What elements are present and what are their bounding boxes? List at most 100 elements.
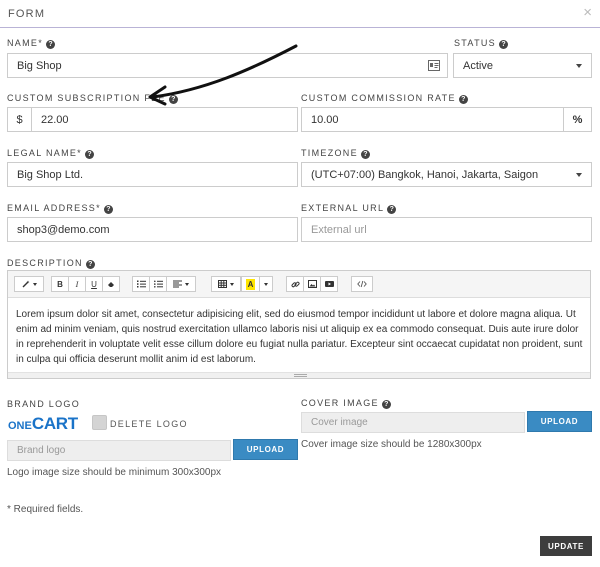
italic-button[interactable]: I [68, 276, 86, 292]
help-icon[interactable]: ? [46, 40, 56, 49]
external-url-label-text: EXTERNAL URL [301, 203, 385, 213]
help-icon[interactable]: ? [498, 40, 508, 49]
image-icon [307, 280, 317, 288]
chevron-down-icon [264, 282, 268, 286]
description-editor[interactable]: B I U A Lorem ipsum dolor sit amet, cons… [7, 270, 591, 379]
chevron-down-icon [576, 64, 582, 68]
contact-card-icon [428, 60, 440, 71]
text-color-dropdown[interactable] [259, 276, 273, 292]
name-label: NAME*? [7, 38, 56, 49]
status-label: STATUS? [454, 38, 508, 49]
bullet-list-icon [153, 280, 163, 288]
modal-header: FORM × [0, 0, 600, 28]
bold-button[interactable]: B [51, 276, 69, 292]
align-left-icon [173, 280, 182, 288]
help-icon[interactable]: ? [387, 205, 397, 214]
legal-name-label: LEGAL NAME*? [7, 148, 94, 159]
delete-logo-checkbox[interactable] [92, 415, 107, 430]
cover-image-label: COVER IMAGE? [301, 398, 391, 409]
table-dropdown[interactable] [211, 276, 241, 292]
status-label-text: STATUS [454, 38, 496, 48]
grip-icon [294, 374, 307, 377]
status-value: Active [463, 59, 493, 72]
text-color-letter: A [245, 278, 256, 290]
bullet-list-button[interactable] [149, 276, 167, 292]
editor-resize-handle[interactable] [8, 372, 590, 378]
description-text[interactable]: Lorem ipsum dolor sit amet, consectetur … [16, 307, 584, 367]
brand-logo-file-input[interactable]: Brand logo [7, 440, 231, 461]
magic-wand-icon [22, 280, 29, 288]
video-button[interactable] [320, 276, 338, 292]
help-icon[interactable]: ? [381, 400, 391, 409]
description-label: DESCRIPTION? [7, 258, 95, 269]
brand-logo-upload-button[interactable]: UPLOAD [233, 439, 298, 460]
commission-rate-label: CUSTOM COMMISSION RATE? [301, 93, 468, 104]
underline-button[interactable]: U [85, 276, 103, 292]
paragraph-dropdown[interactable] [166, 276, 196, 292]
code-icon [357, 280, 367, 288]
external-url-placeholder: External url [311, 223, 367, 236]
email-value: shop3@demo.com [17, 223, 110, 236]
help-icon[interactable]: ? [85, 150, 94, 159]
close-icon[interactable]: × [583, 5, 592, 20]
description-label-text: DESCRIPTION [7, 258, 83, 268]
name-value: Big Shop [17, 59, 62, 72]
brand-logo-image: ONECART [8, 414, 78, 434]
help-icon[interactable]: ? [458, 95, 468, 104]
help-icon[interactable]: ? [103, 205, 113, 214]
currency-prefix: $ [7, 107, 32, 132]
cover-image-upload-button[interactable]: UPLOAD [527, 411, 592, 432]
subscription-fee-value: 22.00 [41, 113, 69, 126]
subscription-fee-input[interactable]: 22.00 [31, 107, 298, 132]
commission-rate-input[interactable]: 10.00 [301, 107, 564, 132]
timezone-select[interactable]: (UTC+07:00) Bangkok, Hanoi, Jakarta, Sai… [301, 162, 592, 187]
editor-toolbar: B I U A [8, 271, 590, 298]
subscription-fee-label-text: CUSTOM SUBSCRIPTION FEE [7, 93, 166, 103]
external-url-input[interactable]: External url [301, 217, 592, 242]
name-input[interactable]: Big Shop [7, 53, 448, 78]
email-input[interactable]: shop3@demo.com [7, 217, 298, 242]
update-button[interactable]: UPDATE [540, 536, 592, 556]
ordered-list-button[interactable] [132, 276, 150, 292]
required-fields-note: * Required fields. [7, 504, 84, 515]
text-color-button[interactable]: A [241, 276, 260, 292]
help-icon[interactable]: ? [360, 150, 370, 159]
help-icon[interactable]: ? [85, 260, 95, 269]
cover-image-label-text: COVER IMAGE [301, 398, 379, 408]
email-label: EMAIL ADDRESS*? [7, 203, 113, 214]
image-button[interactable] [303, 276, 321, 292]
help-icon[interactable]: ? [168, 95, 178, 104]
style-dropdown[interactable] [14, 276, 44, 292]
legal-name-label-text: LEGAL NAME* [7, 148, 82, 158]
ordered-list-icon [136, 280, 146, 288]
video-icon [324, 281, 334, 287]
brand-logo-placeholder: Brand logo [17, 445, 66, 456]
legal-name-input[interactable]: Big Shop Ltd. [7, 162, 298, 187]
brand-logo-hint: Logo image size should be minimum 300x30… [7, 467, 222, 478]
chevron-down-icon [576, 173, 582, 177]
link-button[interactable] [286, 276, 304, 292]
eraser-button[interactable] [102, 276, 120, 292]
email-label-text: EMAIL ADDRESS* [7, 203, 101, 213]
name-label-text: NAME* [7, 38, 44, 48]
delete-logo-label[interactable]: DELETE LOGO [110, 419, 188, 429]
external-url-label: EXTERNAL URL? [301, 203, 397, 214]
modal-title: FORM [8, 8, 46, 20]
timezone-value: (UTC+07:00) Bangkok, Hanoi, Jakarta, Sai… [311, 168, 539, 181]
cover-image-hint: Cover image size should be 1280x300px [301, 439, 482, 450]
legal-name-value: Big Shop Ltd. [17, 168, 84, 181]
link-icon [291, 281, 300, 287]
logo-main: CART [31, 414, 78, 433]
subscription-fee-label: CUSTOM SUBSCRIPTION FEE? [7, 93, 178, 104]
table-icon [218, 280, 227, 288]
timezone-label-text: TIMEZONE [301, 148, 358, 158]
percent-suffix: % [563, 107, 592, 132]
code-view-button[interactable] [351, 276, 373, 292]
eraser-icon [108, 282, 114, 287]
status-select[interactable]: Active [453, 53, 592, 78]
timezone-label: TIMEZONE? [301, 148, 370, 159]
brand-logo-label: BRAND LOGO [7, 399, 81, 409]
cover-image-file-input[interactable]: Cover image [301, 412, 525, 433]
logo-prefix: ONE [8, 420, 32, 432]
cover-image-placeholder: Cover image [311, 417, 368, 428]
